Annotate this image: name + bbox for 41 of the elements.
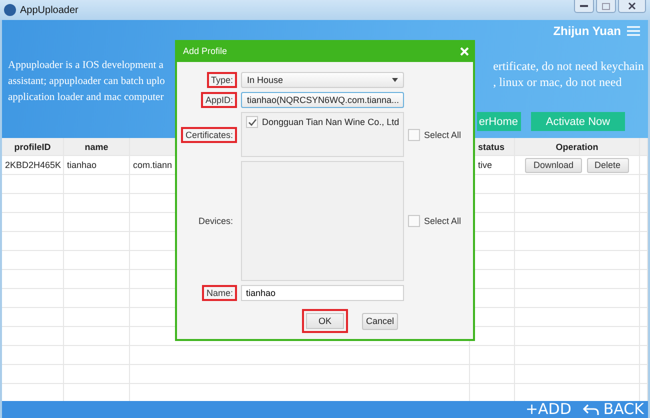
checkbox-label: Select All xyxy=(424,130,462,140)
description-text: application loader and mac computer xyxy=(8,91,165,105)
description-text: assistant; appuploader can batch uplo xyxy=(8,75,165,89)
column-header: Operation xyxy=(515,138,640,155)
name-field[interactable]: tianhao xyxy=(241,285,404,301)
close-button[interactable] xyxy=(618,0,646,13)
list-item[interactable]: Dongguan Tian Nan Wine Co., Ltd xyxy=(262,117,400,127)
maximize-icon xyxy=(602,2,610,10)
dialog-title: Add Profile xyxy=(183,46,228,56)
row-action-button[interactable]: Delete xyxy=(586,158,629,172)
description-text: ertificate, do not need keychain xyxy=(493,58,644,74)
description-text: Appuploader is a IOS development a xyxy=(8,59,164,73)
field-label: AppID: xyxy=(201,92,237,108)
caret-icon xyxy=(392,78,398,82)
checkbox[interactable] xyxy=(408,215,420,227)
appid-dropdown[interactable]: tianhao(NQRCSYN6WQ.com.tianna... xyxy=(241,92,404,108)
checkbox[interactable] xyxy=(246,116,258,128)
field-label: Certificates: xyxy=(181,126,237,142)
description-text: , linux or mac, do not need xyxy=(493,74,623,90)
dialog-button[interactable]: OK xyxy=(302,309,348,333)
field-label: Type: xyxy=(206,72,237,88)
menu-icon[interactable] xyxy=(627,26,640,36)
window-title: AppUploader xyxy=(20,4,80,16)
checkbox[interactable] xyxy=(408,128,420,140)
app-icon xyxy=(4,4,16,16)
row-action-button[interactable]: Download xyxy=(525,158,582,172)
field-label: Name: xyxy=(202,285,237,301)
column-header: profileID xyxy=(2,138,64,155)
close-icon[interactable] xyxy=(460,46,469,56)
field-label: Devices: xyxy=(197,215,234,228)
checkbox-label: Select All xyxy=(424,216,462,226)
minimize-button[interactable] xyxy=(574,0,594,13)
column-header: name xyxy=(64,138,130,155)
minimize-icon xyxy=(580,4,588,8)
type-dropdown[interactable]: In House xyxy=(241,72,404,88)
table-cell: 2KBD2H465K xyxy=(2,156,64,174)
user-name: Zhijun Yuan xyxy=(553,24,621,38)
return-arrow-icon xyxy=(583,404,600,415)
dialog-button[interactable]: Cancel xyxy=(362,312,398,330)
table-cell: tianhao xyxy=(64,156,130,174)
close-icon xyxy=(628,2,636,10)
